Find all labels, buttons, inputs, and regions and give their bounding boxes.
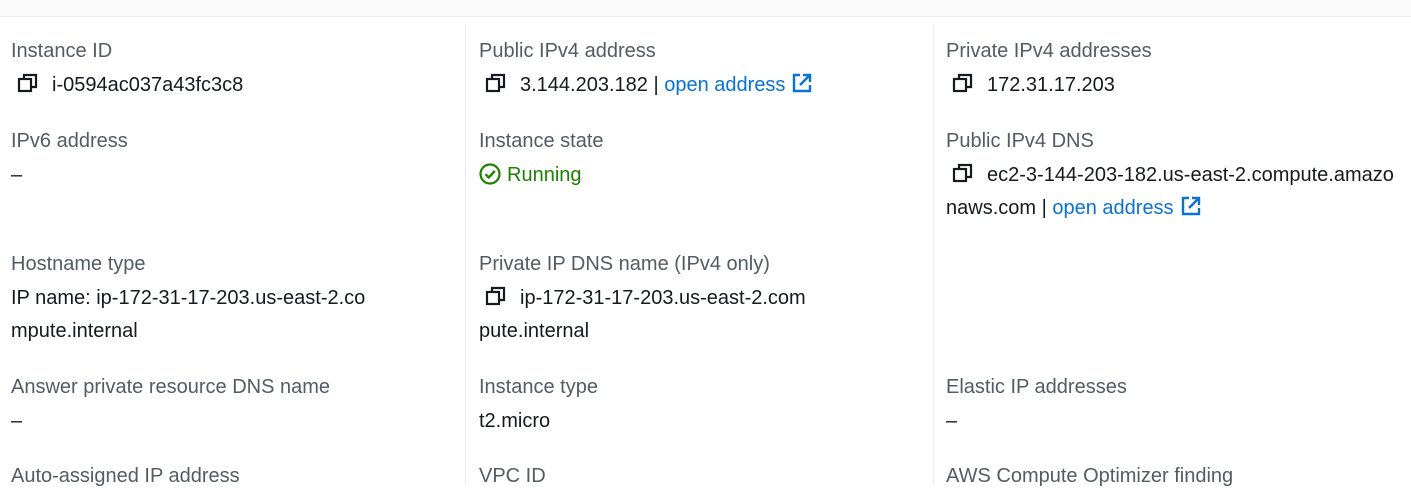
- separator: |: [653, 74, 659, 96]
- field-value: 3.144.203.182 | open address: [479, 69, 919, 102]
- field-label: Auto-assigned IP address: [11, 465, 240, 487]
- field-hostname-type: Hostname type IP name: ip-172-31-17-203.…: [11, 252, 371, 348]
- field-instance-id: Instance ID i-0594ac037a43fc3c8: [11, 39, 451, 102]
- field-value: –: [11, 410, 23, 432]
- open-address-label: open address: [1052, 197, 1174, 219]
- field-value: ec2-3-144-203-182.us-east-2.compute.amaz…: [946, 159, 1396, 225]
- field-value: t2.micro: [479, 410, 551, 432]
- field-private-ipv4: Private IPv4 addresses 172.31.17.203: [946, 39, 1386, 102]
- field-label: Instance state: [479, 130, 604, 152]
- open-address-link[interactable]: open address: [664, 72, 813, 96]
- field-public-ipv4-dns: Public IPv4 DNS ec2-3-144-203-182.us-eas…: [946, 129, 1396, 225]
- field-private-ip-dns: Private IP DNS name (IPv4 only) ip-172-3…: [479, 252, 809, 348]
- separator: |: [1041, 197, 1047, 219]
- field-value: Running: [479, 159, 919, 192]
- field-auto-assigned-ip: Auto-assigned IP address: [11, 464, 451, 488]
- field-label: AWS Compute Optimizer finding: [946, 465, 1234, 487]
- field-label: Answer private resource DNS name: [11, 376, 331, 398]
- field-label: Private IP DNS name (IPv4 only): [479, 253, 770, 275]
- field-label: Hostname type: [11, 253, 146, 275]
- field-public-ipv4: Public IPv4 address 3.144.203.182 | open…: [479, 39, 919, 102]
- private-ipv4-text: 172.31.17.203: [987, 74, 1115, 96]
- field-elastic-ip: Elastic IP addresses –: [946, 375, 1386, 438]
- field-value: IP name: ip-172-31-17-203.us-east-2.comp…: [11, 287, 366, 342]
- external-link-icon: [1180, 195, 1202, 217]
- field-value: –: [946, 410, 958, 432]
- public-ipv4-text: 3.144.203.182: [520, 74, 648, 96]
- column-divider: [465, 24, 466, 485]
- copy-icon[interactable]: [952, 72, 974, 94]
- field-label: VPC ID: [479, 465, 546, 487]
- field-instance-state: Instance state Running: [479, 129, 919, 192]
- status-success-icon: [479, 163, 501, 185]
- field-ipv6-address: IPv6 address –: [11, 129, 451, 192]
- field-compute-optimizer: AWS Compute Optimizer finding: [946, 464, 1386, 488]
- field-label: Elastic IP addresses: [946, 376, 1127, 398]
- field-label: Instance ID: [11, 40, 113, 62]
- instance-id-text: i-0594ac037a43fc3c8: [52, 74, 244, 96]
- open-address-label: open address: [664, 74, 786, 96]
- field-label: Instance type: [479, 376, 598, 398]
- field-label: Private IPv4 addresses: [946, 40, 1152, 62]
- external-link-icon: [791, 72, 813, 94]
- private-ip-dns-text: ip-172-31-17-203.us-east-2.compute.inter…: [479, 287, 806, 342]
- field-value: –: [11, 164, 23, 186]
- open-address-link[interactable]: open address: [1052, 195, 1202, 219]
- field-label: IPv6 address: [11, 130, 128, 152]
- field-label: Public IPv4 DNS: [946, 130, 1094, 152]
- copy-icon[interactable]: [485, 285, 507, 307]
- instance-state-text: Running: [507, 164, 582, 186]
- field-label: Public IPv4 address: [479, 40, 656, 62]
- field-value: ip-172-31-17-203.us-east-2.compute.inter…: [479, 282, 809, 348]
- field-value: i-0594ac037a43fc3c8: [11, 69, 451, 102]
- copy-icon[interactable]: [17, 72, 39, 94]
- top-bar: [0, 0, 1411, 17]
- field-instance-type: Instance type t2.micro: [479, 375, 919, 438]
- column-divider: [933, 24, 934, 485]
- copy-icon[interactable]: [485, 72, 507, 94]
- field-vpc-id: VPC ID: [479, 464, 919, 488]
- field-value: 172.31.17.203: [946, 69, 1386, 102]
- field-answer-private-dns: Answer private resource DNS name –: [11, 375, 451, 438]
- copy-icon[interactable]: [952, 162, 974, 184]
